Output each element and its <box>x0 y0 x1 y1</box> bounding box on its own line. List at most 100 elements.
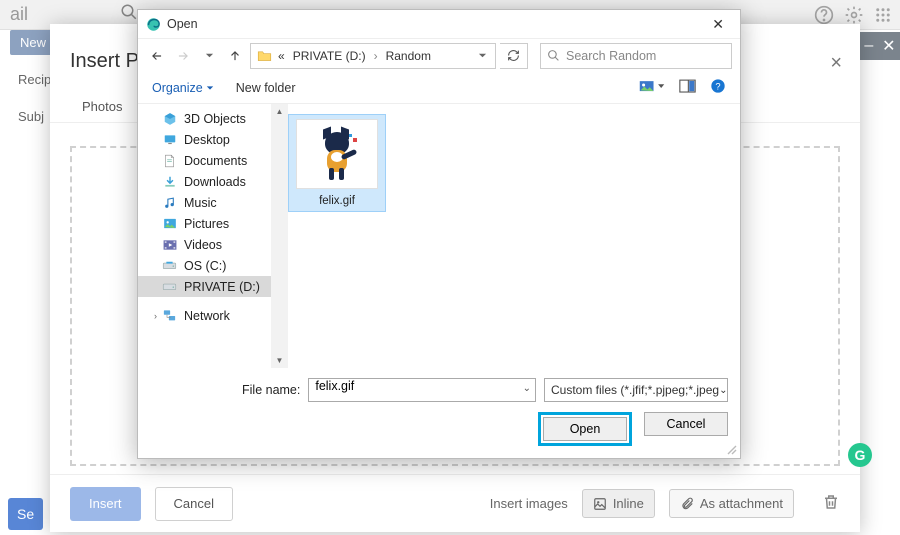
subject-label: Subj <box>18 109 51 124</box>
desktop-icon <box>162 132 177 147</box>
insert-images-label: Insert images <box>490 496 568 511</box>
document-icon <box>162 153 177 168</box>
recipients-label: Recip <box>18 72 51 87</box>
sidebar-item-os-c[interactable]: OS (C:) <box>138 255 277 276</box>
sidebar-item-downloads[interactable]: Downloads <box>138 171 277 192</box>
help-icon[interactable]: ? <box>710 78 726 97</box>
chevron-down-icon[interactable] <box>476 49 489 63</box>
edge-icon <box>146 17 161 32</box>
music-icon <box>162 195 177 210</box>
open-button-highlight: Open <box>538 412 632 446</box>
app-logo-fragment: ail <box>10 4 28 25</box>
filetype-select[interactable]: Custom files (*.jfif;*.pjpeg;*.jpeg ⌄ <box>544 378 728 402</box>
sidebar-item-desktop[interactable]: Desktop <box>138 129 277 150</box>
inline-toggle[interactable]: Inline <box>582 489 655 518</box>
videos-icon <box>162 237 177 252</box>
back-button[interactable] <box>146 45 168 67</box>
search-icon <box>120 3 138 26</box>
attachment-label: As attachment <box>700 496 783 511</box>
insert-photo-footer: Insert Cancel Insert images Inline As at… <box>50 474 860 532</box>
filename-label: File name: <box>242 383 300 397</box>
drive-icon <box>162 258 177 273</box>
search-icon <box>547 49 560 62</box>
cancel-button[interactable]: Cancel <box>644 412 728 436</box>
open-button[interactable]: Open <box>543 417 627 441</box>
cube-icon <box>162 111 177 126</box>
sidebar-item-label: 3D Objects <box>184 112 246 126</box>
send-button-fragment[interactable]: Se <box>8 498 43 530</box>
search-input[interactable]: Search Random <box>540 43 732 69</box>
dialog-bottom: File name: felix.gif ⌄ Custom files (*.j… <box>138 368 740 458</box>
sidebar-item-label: Documents <box>184 154 247 168</box>
trash-icon[interactable] <box>822 493 840 514</box>
sidebar-item-network[interactable]: › Network <box>138 305 277 326</box>
sidebar: 3D Objects Desktop Documents Downloads M… <box>138 104 278 368</box>
network-icon <box>162 308 177 323</box>
preview-pane-button[interactable] <box>679 79 696 97</box>
file-item-felix[interactable]: felix.gif <box>288 114 386 212</box>
file-name-label: felix.gif <box>319 191 355 207</box>
close-icon[interactable]: ✕ <box>704 14 732 35</box>
close-icon[interactable]: ✕ <box>882 36 895 56</box>
breadcrumb-overflow[interactable]: « <box>276 47 287 65</box>
sidebar-item-label: Desktop <box>184 133 230 147</box>
sidebar-item-pictures[interactable]: Pictures <box>138 213 277 234</box>
sidebar-item-music[interactable]: Music <box>138 192 277 213</box>
forward-button[interactable] <box>172 45 194 67</box>
chevron-down-icon: ⌄ <box>719 385 727 396</box>
sidebar-item-label: Pictures <box>184 217 229 231</box>
sidebar-item-private-d[interactable]: PRIVATE (D:) <box>138 276 277 297</box>
sidebar-item-label: Videos <box>184 238 222 252</box>
download-icon <box>162 174 177 189</box>
dialog-title: Open <box>167 17 198 31</box>
folder-icon <box>257 49 272 62</box>
dialog-navbar: « PRIVATE (D:) › Random Search Random <box>138 38 740 72</box>
cancel-button[interactable]: Cancel <box>155 487 233 521</box>
new-folder-button[interactable]: New folder <box>236 81 296 95</box>
dialog-body: 3D Objects Desktop Documents Downloads M… <box>138 104 740 368</box>
search-placeholder: Search Random <box>566 49 656 63</box>
compose-tab-controls: ‒ ✕ <box>860 32 900 60</box>
sidebar-item-label: Music <box>184 196 217 210</box>
dialog-toolbar: Organize New folder ? <box>138 72 740 104</box>
filename-value: felix.gif <box>315 379 354 393</box>
tab-photos[interactable]: Photos <box>70 91 134 122</box>
svg-text:?: ? <box>715 81 720 91</box>
close-icon[interactable]: × <box>830 52 842 75</box>
file-list[interactable]: felix.gif <box>278 104 740 368</box>
sidebar-item-videos[interactable]: Videos <box>138 234 277 255</box>
sidebar-item-label: PRIVATE (D:) <box>184 280 260 294</box>
address-bar[interactable]: « PRIVATE (D:) › Random <box>250 43 496 69</box>
dialog-titlebar: Open ✕ <box>138 10 740 38</box>
breadcrumb-random[interactable]: Random <box>384 47 433 65</box>
drive-icon <box>162 279 177 294</box>
chevron-right-icon: › <box>154 311 157 321</box>
filename-input[interactable]: felix.gif ⌄ <box>308 378 536 402</box>
insert-button[interactable]: Insert <box>70 487 141 521</box>
attachment-toggle[interactable]: As attachment <box>669 489 794 518</box>
inline-label: Inline <box>613 496 644 511</box>
view-menu[interactable] <box>639 79 665 97</box>
compose-field-labels: Recip Subj <box>18 72 51 124</box>
sidebar-item-documents[interactable]: Documents <box>138 150 277 171</box>
image-icon <box>593 497 607 511</box>
chevron-right-icon: › <box>372 49 380 63</box>
sidebar-item-3d-objects[interactable]: 3D Objects <box>138 108 277 129</box>
sidebar-item-label: Network <box>184 309 230 323</box>
paperclip-icon <box>680 497 694 511</box>
organize-menu[interactable]: Organize <box>152 81 214 95</box>
filetype-value: Custom files (*.jfif;*.pjpeg;*.jpeg <box>551 383 719 397</box>
breadcrumb-private[interactable]: PRIVATE (D:) <box>291 47 368 65</box>
up-button[interactable] <box>224 45 246 67</box>
pictures-icon <box>162 216 177 231</box>
sidebar-item-label: Downloads <box>184 175 246 189</box>
chevron-down-icon[interactable]: ⌄ <box>523 383 531 394</box>
minimize-icon[interactable]: ‒ <box>864 37 873 55</box>
sidebar-item-label: OS (C:) <box>184 259 226 273</box>
file-open-dialog: Open ✕ « PRIVATE (D:) › Random Search Ra… <box>137 9 741 459</box>
grammarly-icon[interactable]: G <box>848 443 872 467</box>
apps-icon[interactable] <box>874 6 892 29</box>
resize-grip[interactable] <box>725 443 737 455</box>
recent-dropdown[interactable] <box>198 45 220 67</box>
refresh-button[interactable] <box>500 43 528 69</box>
